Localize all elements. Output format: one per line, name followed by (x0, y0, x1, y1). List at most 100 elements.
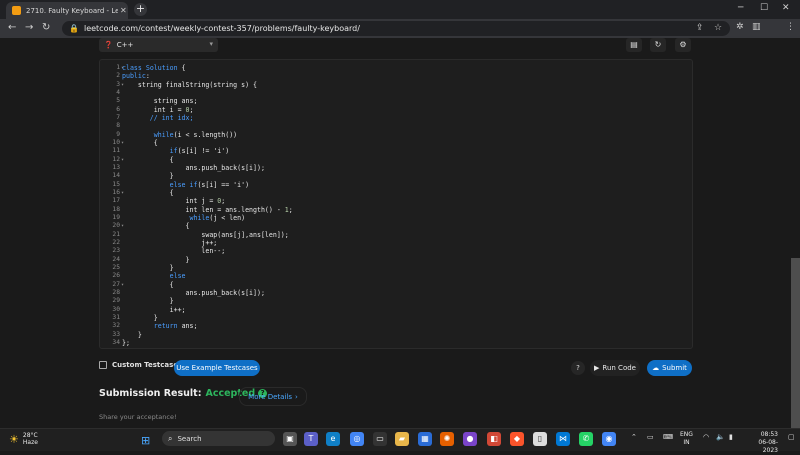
brave-icon[interactable]: ◆ (510, 432, 524, 446)
task-view-icon[interactable]: ▣ (283, 432, 297, 446)
code-editor[interactable]: 1 ▾ 2 3 ▾ 4 5 6 7 8 9 10 ▾ 11 12 ▾ 13 14 15 16 ▾ 17 18 19 20 ▾ 21 2… (99, 59, 693, 349)
tray-chevron-icon[interactable]: ⌃ (631, 433, 637, 441)
firefox-icon[interactable]: ✺ (440, 432, 454, 446)
app-purple-icon[interactable]: ● (463, 432, 477, 446)
code-line[interactable]: i++; (122, 306, 293, 314)
wifi-icon[interactable]: ◠ (703, 433, 709, 441)
line-number: 33 (112, 330, 120, 338)
close-window-icon[interactable]: ✕ (782, 3, 790, 13)
bookmark-star-icon[interactable]: ☆ (714, 23, 722, 33)
document-icon[interactable]: ▯ (533, 432, 547, 446)
whatsapp-icon[interactable]: ✆ (579, 432, 593, 446)
code-line[interactable]: if(s[i] != 'i') (122, 147, 293, 155)
chrome-icon[interactable]: ◎ (350, 432, 364, 446)
file-explorer-icon[interactable]: ▰ (395, 432, 409, 446)
back-icon[interactable]: ← (8, 22, 16, 33)
code-line[interactable]: } (122, 314, 293, 322)
weather-widget[interactable]: ☀ 28°C Haze (9, 432, 38, 446)
code-line[interactable]: else (122, 272, 293, 280)
code-line[interactable]: int j = 0; (122, 197, 293, 205)
help-button[interactable]: ? (571, 361, 585, 375)
code-line[interactable]: { (122, 222, 293, 230)
extensions-icon[interactable]: ✲ (736, 22, 744, 32)
code-line[interactable]: ans.push_back(s[i]); (122, 289, 293, 297)
code-line[interactable]: // int idx; (122, 114, 293, 122)
taskbar-search[interactable]: ⌕ Search (162, 431, 275, 446)
clock[interactable]: 08:53 06-08-2023 (746, 431, 778, 455)
code-line[interactable] (122, 89, 293, 97)
line-number: 11 (112, 147, 120, 155)
lang-line2: IN (683, 439, 690, 446)
run-code-button[interactable]: ▶ Run Code (590, 360, 640, 376)
tray-battery-icon[interactable]: ▭ (647, 433, 654, 441)
vscode-icon[interactable]: ⋈ (556, 432, 570, 446)
code-line[interactable]: int len = ans.length() - 1; (122, 206, 293, 214)
code-line[interactable]: swap(ans[j],ans[len]); (122, 231, 293, 239)
code-line[interactable]: class Solution { (122, 64, 293, 72)
use-example-testcases-button[interactable]: Use Example Testcases (174, 360, 260, 376)
code-line[interactable] (122, 122, 293, 130)
edge-icon[interactable]: e (326, 432, 340, 446)
code-line[interactable]: public: (122, 72, 293, 80)
code-line[interactable]: ans.push_back(s[i]); (122, 164, 293, 172)
code-line[interactable]: }; (122, 339, 293, 347)
url-field[interactable]: 🔒 leetcode.com/contest/weekly-contest-35… (62, 21, 730, 36)
language-select[interactable]: ❓ C++ ▾ (99, 38, 218, 52)
battery-icon[interactable]: ▮ (729, 433, 733, 441)
code-line[interactable]: } (122, 256, 293, 264)
chevron-down-icon: ▾ (209, 40, 213, 48)
teams-icon[interactable]: T (304, 432, 318, 446)
windows-start-icon[interactable]: ⊞ (141, 434, 150, 447)
maximize-icon[interactable]: ☐ (760, 3, 768, 13)
lock-icon[interactable]: 🔒 (69, 24, 79, 33)
code-line[interactable]: string ans; (122, 97, 293, 105)
clock-time: 08:53 (760, 431, 778, 438)
browser-tab[interactable]: 2710. Faulty Keyboard - LeetCode ✕ (6, 2, 128, 19)
code-line[interactable]: } (122, 172, 293, 180)
submit-button[interactable]: ☁ Submit (647, 360, 692, 376)
page-scrollbar[interactable] (791, 258, 800, 428)
share-icon[interactable]: ⇪ (696, 23, 704, 33)
code-line[interactable]: j++; (122, 239, 293, 247)
settings-button[interactable]: ⚙ (675, 38, 691, 52)
code-line[interactable]: len--; (122, 247, 293, 255)
input-language[interactable]: ENG IN (680, 431, 693, 447)
tray-keyboard-icon[interactable]: ⌨ (663, 433, 673, 441)
more-details-button[interactable]: More Details › (239, 387, 307, 406)
code-line[interactable]: } (122, 297, 293, 305)
minimize-icon[interactable]: ─ (738, 3, 743, 13)
code-line[interactable]: } (122, 264, 293, 272)
reload-icon[interactable]: ↻ (42, 22, 50, 33)
chrome-active-icon[interactable]: ◉ (602, 432, 616, 446)
code-line[interactable]: int i = 0; (122, 106, 293, 114)
code-content[interactable]: class Solution {public: string finalStri… (122, 64, 293, 347)
code-line[interactable]: { (122, 156, 293, 164)
new-tab-button[interactable]: + (134, 3, 147, 16)
menu-icon[interactable]: ⋮ (786, 22, 795, 32)
terminal-icon[interactable]: ▭ (373, 432, 387, 446)
code-line[interactable]: { (122, 139, 293, 147)
reset-icon: ↻ (654, 40, 662, 49)
code-line[interactable]: else if(s[i] == 'i') (122, 181, 293, 189)
code-line[interactable]: while(i < s.length()) (122, 131, 293, 139)
code-line[interactable]: string finalString(string s) { (122, 81, 293, 89)
weather-sun-icon: ☀ (9, 432, 19, 446)
code-line[interactable]: { (122, 189, 293, 197)
volume-icon[interactable]: 🔈 (716, 433, 725, 441)
forward-icon[interactable]: → (25, 22, 33, 33)
notification-icon[interactable]: ▢ (788, 433, 795, 441)
code-line[interactable]: return ans; (122, 322, 293, 330)
custom-testcase-toggle[interactable]: Custom Testcase (99, 361, 178, 369)
line-number: 5 (116, 97, 120, 105)
code-line[interactable]: while(j < len) (122, 214, 293, 222)
reset-code-button[interactable]: ↻ (650, 38, 666, 52)
app-red-icon[interactable]: ◧ (487, 432, 501, 446)
side-panel-icon[interactable]: ▥ (752, 22, 761, 32)
custom-testcase-checkbox[interactable] (99, 361, 107, 369)
notes-button[interactable]: ▤ (626, 38, 642, 52)
code-line[interactable]: } (122, 331, 293, 339)
close-tab-icon[interactable]: ✕ (120, 6, 127, 15)
cloud-upload-icon: ☁ (652, 364, 660, 372)
store-icon[interactable]: ▦ (418, 432, 432, 446)
code-line[interactable]: { (122, 281, 293, 289)
